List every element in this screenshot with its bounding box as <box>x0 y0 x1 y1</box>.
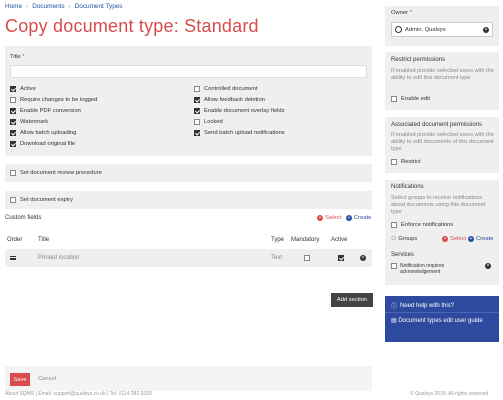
checkbox[interactable] <box>391 222 397 228</box>
checkbox[interactable] <box>391 159 397 165</box>
groups-create-link[interactable]: + Create <box>468 236 493 242</box>
plus-icon: + <box>468 236 474 242</box>
breadcrumb: Home › Documents › Document Types <box>5 3 123 10</box>
page-title: Copy document type: Standard <box>5 16 259 36</box>
restrict-title: Restrict permissions <box>391 57 446 63</box>
option-restrict[interactable]: Restrict <box>391 159 421 165</box>
drag-handle-icon[interactable] <box>10 256 16 260</box>
option-download-original-file[interactable]: Download original file <box>10 141 75 147</box>
option-active[interactable]: Active <box>10 86 36 92</box>
option-document-expiry[interactable]: Set document expiry <box>10 197 73 203</box>
save-button[interactable]: Save <box>10 373 30 386</box>
clear-icon[interactable]: × <box>483 26 489 33</box>
option-locked[interactable]: Locked <box>194 119 223 125</box>
checkbox[interactable] <box>194 108 200 114</box>
custom-fields-title: Custom fields <box>5 215 42 221</box>
checkbox[interactable] <box>10 119 16 125</box>
option-enable-overlay-fields[interactable]: Enable document overlay fields <box>194 108 285 114</box>
breadcrumb-home[interactable]: Home <box>5 3 22 10</box>
checkbox[interactable] <box>391 96 397 102</box>
custom-fields-create-link[interactable]: + Create <box>346 215 371 221</box>
option-send-batch-notifications[interactable]: Send batch upload notifications <box>194 130 285 136</box>
option-require-changes-logged[interactable]: Require changes to be logged <box>10 97 97 103</box>
checkbox[interactable] <box>10 108 16 114</box>
option-enforce-notifications[interactable]: Enforce notifications <box>391 222 453 228</box>
owner-panel: Owner * Admin, Qualsys × <box>385 6 499 46</box>
services-title: Services <box>391 252 415 258</box>
help-title: ⓘ Need help with this? <box>391 302 455 311</box>
associated-text: If enabled provide selected users with t… <box>391 132 494 152</box>
groups-icon: ⚇ <box>391 236 397 242</box>
select-icon: • <box>442 236 448 242</box>
footer-copyright: © Qualsys 2019. All rights reserved <box>410 391 489 397</box>
help-icon: ⓘ <box>391 304 398 310</box>
checkbox[interactable] <box>391 263 397 269</box>
associated-permissions-panel: Associated document permissions If enabl… <box>385 117 499 173</box>
select-icon: • <box>317 215 323 221</box>
option-enable-pdf-conversion[interactable]: Enable PDF conversion <box>10 108 81 114</box>
option-review-procedure[interactable]: Set document review procedure <box>10 170 102 176</box>
custom-fields-select-link[interactable]: • Select <box>317 215 341 221</box>
owner-value: Admin, Qualsys <box>405 26 446 33</box>
checkbox[interactable] <box>194 130 200 136</box>
owner-select[interactable]: Admin, Qualsys × <box>391 22 493 37</box>
row-type: Text <box>271 255 283 261</box>
checkbox[interactable] <box>10 130 16 136</box>
checkbox[interactable] <box>10 197 16 203</box>
notifications-text: Select groups to receive notifications a… <box>391 195 486 215</box>
checkbox[interactable] <box>10 97 16 103</box>
groups-select-link[interactable]: • Select <box>442 236 466 242</box>
col-title: Title <box>38 237 50 243</box>
option-allow-batch-uploading[interactable]: Allow batch uploading <box>10 130 76 136</box>
owner-label: Owner * <box>391 10 412 16</box>
help-guide-link[interactable]: ▤ Document types edit user guide <box>391 318 491 325</box>
row-active-checkbox[interactable] <box>338 255 344 261</box>
col-mandatory: Mandatory <box>291 237 320 243</box>
title-label: Title * <box>10 54 25 60</box>
checkbox[interactable] <box>194 97 200 103</box>
chevron-right-icon: › <box>26 3 29 10</box>
col-active: Active <box>331 237 348 243</box>
checkbox[interactable] <box>194 119 200 125</box>
service-item[interactable]: Notification requires acknowledgement <box>391 263 463 275</box>
checkbox[interactable] <box>194 86 200 92</box>
footer-info: About SQMS | Email: support@qualsys.co.u… <box>5 391 152 397</box>
option-allow-feedback-deletion[interactable]: Allow feedback deletion <box>194 97 265 103</box>
col-type: Type <box>271 237 285 243</box>
action-bar <box>5 366 372 391</box>
groups-label: ⚇ Groups <box>391 236 418 242</box>
associated-title: Associated document permissions <box>391 122 483 128</box>
option-controlled-document[interactable]: Controlled document <box>194 86 258 92</box>
notifications-title: Notifications <box>391 184 424 190</box>
checkbox[interactable] <box>10 86 16 92</box>
chevron-right-icon: › <box>68 3 71 10</box>
user-icon <box>395 26 402 33</box>
checkbox[interactable] <box>10 141 16 147</box>
add-section-button[interactable]: Add section <box>331 293 373 307</box>
checkbox[interactable] <box>10 170 16 176</box>
option-enable-edit[interactable]: Enable edit <box>391 96 430 102</box>
plus-icon: + <box>346 215 352 221</box>
remove-icon[interactable]: × <box>360 255 366 261</box>
cancel-button[interactable]: Cancel <box>38 376 56 382</box>
help-panel: ⓘ Need help with this? ▤ Document types e… <box>385 296 499 342</box>
restrict-text: If enabled provide selected users with t… <box>391 68 494 81</box>
option-watermark[interactable]: Watermark <box>10 119 48 125</box>
breadcrumb-document-types[interactable]: Document Types <box>75 3 123 10</box>
row-title: Printed location <box>38 255 80 261</box>
document-icon: ▤ <box>391 318 397 324</box>
breadcrumb-documents[interactable]: Documents <box>32 3 64 10</box>
restrict-permissions-panel: Restrict permissions If enabled provide … <box>385 52 499 110</box>
notifications-panel: Notifications Select groups to receive n… <box>385 180 499 285</box>
row-mandatory-checkbox[interactable] <box>304 255 310 261</box>
remove-icon[interactable]: × <box>485 263 491 269</box>
col-order: Order <box>7 237 23 243</box>
title-input[interactable] <box>10 65 367 78</box>
